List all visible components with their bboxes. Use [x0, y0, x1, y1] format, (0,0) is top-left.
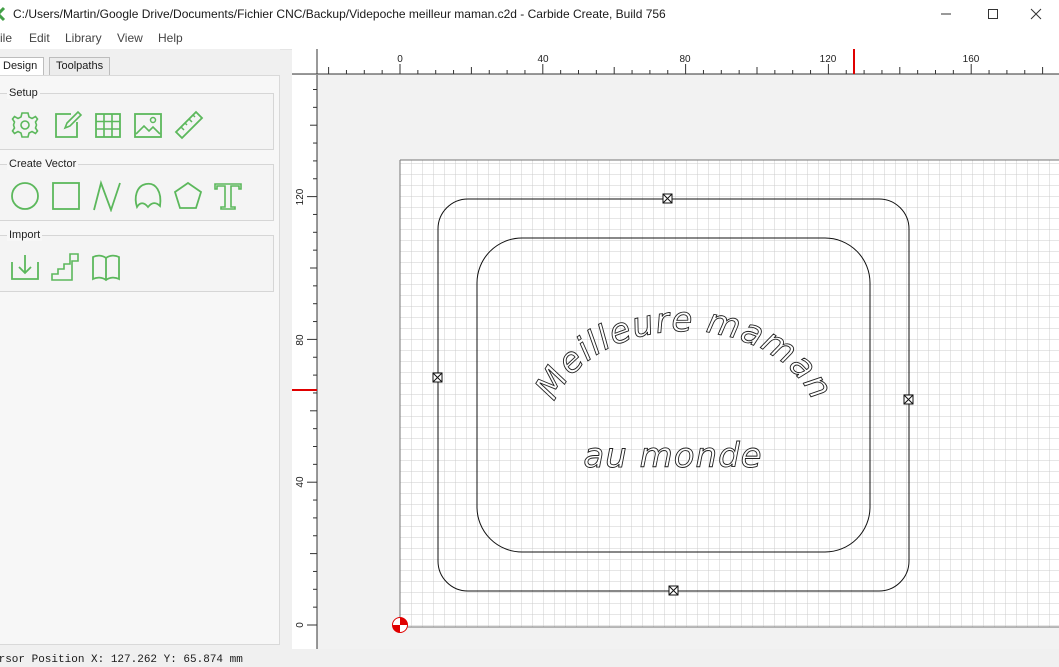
import-stl-button[interactable] — [49, 251, 81, 283]
setup-group: Setup — [0, 87, 274, 150]
edit-document-icon — [55, 110, 83, 138]
polyline-icon — [93, 179, 121, 213]
draw-circle-button[interactable] — [9, 180, 41, 212]
canvas-svg[interactable]: Meilleure maman au monde 0 40 80 120 160 — [292, 49, 1059, 649]
subtitle-text[interactable]: au monde — [583, 436, 762, 477]
create-vector-group: Create Vector — [0, 158, 274, 221]
design-panel: Setup Create Vector Import — [0, 75, 280, 645]
menu-edit[interactable]: Edit — [29, 31, 50, 45]
draw-polygon-button[interactable] — [172, 180, 204, 212]
create-vector-label: Create Vector — [7, 158, 79, 170]
draw-curve-button[interactable] — [132, 180, 164, 212]
grid-button[interactable] — [92, 109, 124, 141]
top-ruler: 0 40 80 120 160 — [292, 49, 1059, 75]
status-bar: ursor Position X: 127.262 Y: 65.874 mm — [0, 652, 1059, 667]
ruler-label-x160: 160 — [963, 54, 980, 65]
edit-document-button[interactable] — [51, 109, 83, 141]
left-panel: Design Toolpaths Setup Create Vector Imp… — [0, 49, 280, 649]
tab-design[interactable]: Design — [0, 57, 45, 76]
setup-label: Setup — [7, 87, 40, 99]
handle-top[interactable] — [662, 193, 673, 204]
rectangle-icon — [52, 182, 80, 210]
ruler-label-x80: 80 — [679, 54, 691, 65]
handle-bottom[interactable] — [668, 585, 679, 596]
grid-icon — [95, 113, 121, 138]
menu-library[interactable]: Library — [65, 31, 102, 45]
circle-icon — [11, 182, 39, 210]
text-icon — [214, 183, 242, 210]
handle-right[interactable] — [903, 394, 914, 405]
settings-gear-icon — [11, 112, 39, 138]
stock-grid — [400, 160, 1059, 627]
menu-view[interactable]: View — [117, 31, 143, 45]
menu-help[interactable]: Help — [158, 31, 183, 45]
window-title: C:/Users/Martin/Google Drive/Documents/F… — [13, 7, 666, 21]
import-label: Import — [7, 229, 43, 241]
close-button[interactable] — [1013, 0, 1059, 28]
import-steps-icon — [51, 253, 79, 281]
draw-text-button[interactable] — [212, 180, 244, 212]
handle-left[interactable] — [432, 372, 443, 383]
library-book-icon — [92, 254, 120, 282]
tab-toolpaths[interactable]: Toolpaths — [49, 57, 111, 75]
ruler-label-x0: 0 — [397, 54, 403, 65]
image-button[interactable] — [132, 109, 164, 141]
ruler-label-y40: 40 — [295, 476, 306, 488]
ruler-label-y0: 0 — [295, 622, 306, 628]
ruler-icon — [174, 110, 204, 140]
ruler-label-x40: 40 — [537, 54, 549, 65]
measure-button[interactable] — [173, 109, 205, 141]
polygon-icon — [173, 181, 203, 209]
left-ruler: 120 80 40 0 — [292, 75, 318, 649]
import-vectors-button[interactable] — [9, 251, 41, 283]
origin-marker-icon — [392, 617, 408, 633]
image-icon — [134, 113, 162, 138]
draw-polyline-button[interactable] — [91, 179, 123, 213]
curve-icon — [134, 182, 162, 210]
close-icon — [1030, 8, 1042, 20]
import-group: Import — [0, 229, 274, 292]
ruler-label-y120: 120 — [295, 188, 306, 205]
cursor-position: ursor Position X: 127.262 Y: 65.874 mm — [0, 654, 243, 666]
draw-rectangle-button[interactable] — [50, 180, 82, 212]
ruler-label-x120: 120 — [820, 54, 837, 65]
ruler-label-y80: 80 — [295, 334, 306, 346]
job-setup-button[interactable] — [9, 109, 41, 141]
design-canvas[interactable]: Meilleure maman au monde 0 40 80 120 160 — [292, 49, 1059, 649]
title-bar: C:/Users/Martin/Google Drive/Documents/F… — [0, 0, 1059, 28]
menu-file[interactable]: ile — [0, 31, 12, 45]
carbide-logo-icon — [0, 6, 6, 22]
maximize-button[interactable] — [970, 0, 1016, 28]
maximize-icon — [988, 9, 998, 19]
menu-bar: ile Edit Library View Help — [0, 28, 1059, 50]
minimize-icon — [941, 13, 951, 15]
library-button[interactable] — [90, 251, 122, 283]
minimize-button[interactable] — [923, 0, 969, 28]
import-icon — [11, 255, 39, 280]
